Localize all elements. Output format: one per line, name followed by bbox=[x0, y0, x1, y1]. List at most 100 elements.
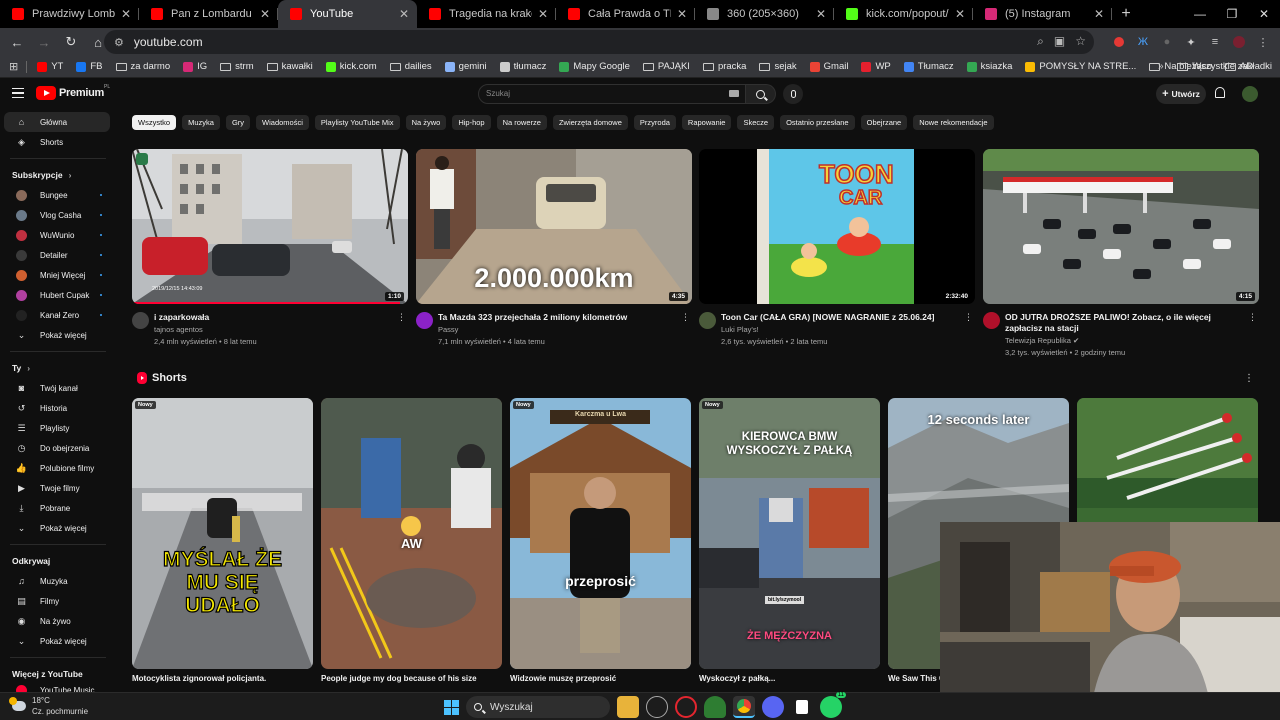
back-button[interactable]: ← bbox=[5, 30, 29, 54]
bookmarks-overflow-icon[interactable]: » bbox=[1158, 61, 1164, 72]
filter-chip[interactable]: Hip-hop bbox=[452, 115, 491, 130]
bookmark-item[interactable]: Gmail bbox=[809, 61, 848, 72]
discord-icon[interactable] bbox=[762, 696, 784, 718]
zoom-search-icon[interactable]: ⌕ bbox=[1037, 34, 1044, 49]
filter-chip[interactable]: Zwierzęta domowe bbox=[552, 115, 628, 130]
account-avatar[interactable] bbox=[1242, 86, 1258, 102]
bookmark-item[interactable]: pracka bbox=[702, 61, 746, 72]
bookmark-item[interactable]: dailies bbox=[389, 61, 432, 72]
bookmark-item[interactable]: strm bbox=[220, 61, 254, 72]
sidebar-item-pokaż-więcej[interactable]: ⌄ Pokaż więcej bbox=[4, 325, 110, 345]
video-card[interactable]: 2019/12/15 14:43:09 1:10 i zaparkowała tajn… bbox=[132, 149, 408, 346]
bookmark-item[interactable]: za darmo bbox=[115, 61, 170, 72]
sidebar-item-shorts[interactable]: ◈ Shorts bbox=[4, 132, 110, 152]
close-window-button[interactable]: ✕ bbox=[1248, 0, 1280, 28]
video-thumbnail[interactable]: TOON CAR 2:32:40 bbox=[699, 149, 975, 304]
address-bar[interactable]: ⚙ youtube.com ⌕ ▣ ☆ bbox=[104, 30, 1094, 54]
tab-close-icon[interactable]: ✕ bbox=[260, 7, 270, 21]
sidebar-item-historia[interactable]: ↺ Historia bbox=[4, 398, 110, 418]
filter-chip[interactable]: Na rowerze bbox=[496, 115, 547, 130]
notifications-bell-icon[interactable] bbox=[1215, 87, 1225, 98]
sidebar-item-twój-kanał[interactable]: ◙ Twój kanał bbox=[4, 378, 110, 398]
bookmark-item[interactable]: WP bbox=[861, 61, 891, 72]
sidebar-item-pokaż-więcej[interactable]: ⌄ Pokaż więcej bbox=[4, 631, 110, 651]
tab-close-icon[interactable]: ✕ bbox=[955, 7, 965, 21]
extension-icon[interactable]: ● bbox=[1158, 33, 1176, 51]
video-thumbnail[interactable]: 2.000.000km 4:35 bbox=[416, 149, 692, 304]
sidebar-item-filmy[interactable]: ▤ Filmy bbox=[4, 591, 110, 611]
notepad-icon[interactable] bbox=[791, 696, 813, 718]
filter-chip[interactable]: Obejrzane bbox=[860, 115, 908, 130]
short-card[interactable]: AW People judge my dog because of his siz… bbox=[321, 398, 502, 683]
shield-app-icon[interactable] bbox=[704, 696, 726, 718]
extensions-puzzle-icon[interactable]: ✦ bbox=[1182, 33, 1200, 51]
all-bookmarks[interactable]: Wszystkie zakładki bbox=[1177, 61, 1272, 72]
filter-chip[interactable]: Wiadomości bbox=[256, 115, 309, 130]
voice-search-button[interactable] bbox=[783, 84, 803, 104]
chrome-icon[interactable] bbox=[733, 696, 755, 718]
bookmark-item[interactable]: gemini bbox=[444, 61, 487, 72]
short-thumbnail[interactable]: Nowy MYŚLAŁ ŻE MU SIĘ UDAŁO bbox=[132, 398, 313, 669]
maximize-button[interactable]: ❐ bbox=[1216, 0, 1248, 28]
menu-hamburger-icon[interactable] bbox=[12, 88, 24, 98]
sidebar-item-detailer[interactable]: Detailer bbox=[4, 245, 110, 265]
bookmark-item[interactable]: Mapy Google bbox=[559, 61, 630, 72]
short-thumbnail[interactable]: Nowy Karczma u Lwa przeprosić bbox=[510, 398, 691, 669]
create-button[interactable]: + Utwórz bbox=[1156, 84, 1206, 104]
browser-tab[interactable]: Prawdziwy Lombard - Od ✕ bbox=[0, 0, 139, 28]
tab-close-icon[interactable]: ✕ bbox=[677, 7, 687, 21]
tab-search-icon[interactable]: ≡ bbox=[1206, 33, 1224, 51]
chrome-menu-icon[interactable]: ⋮ bbox=[1254, 33, 1272, 51]
filter-chip[interactable]: Wszystko bbox=[132, 115, 177, 130]
browser-tab[interactable]: (5) Instagram ✕ bbox=[973, 0, 1112, 28]
bookmark-item[interactable]: POMYSŁY NA STRE... bbox=[1025, 61, 1136, 72]
keyboard-icon[interactable] bbox=[729, 90, 739, 97]
sidebar-item-twoje-filmy[interactable]: ▶ Twoje filmy bbox=[4, 478, 110, 498]
whatsapp-icon[interactable]: 11 bbox=[820, 692, 846, 718]
filter-chip[interactable]: Na żywo bbox=[405, 115, 447, 130]
filter-chip[interactable]: Playlisty YouTube Mix bbox=[314, 115, 400, 130]
site-info-icon[interactable]: ⚙ bbox=[114, 36, 124, 49]
tab-close-icon[interactable]: ✕ bbox=[399, 7, 409, 21]
video-more-icon[interactable]: ⋮ bbox=[681, 312, 690, 323]
bookmark-item[interactable]: YT bbox=[37, 61, 63, 72]
sidebar-item-wuwunio[interactable]: WuWunio bbox=[4, 225, 110, 245]
sidebar-item-mniej-więcej[interactable]: Mniej Więcej bbox=[4, 265, 110, 285]
video-thumbnail[interactable]: 4:15 bbox=[983, 149, 1259, 304]
video-more-icon[interactable]: ⋮ bbox=[397, 312, 406, 323]
short-thumbnail[interactable]: AW bbox=[321, 398, 502, 669]
windows-start-icon[interactable] bbox=[440, 696, 462, 718]
bookmark-item[interactable]: Tłumacz bbox=[903, 61, 954, 72]
filter-chip[interactable]: Muzyka bbox=[182, 115, 220, 130]
channel-avatar[interactable] bbox=[132, 312, 149, 329]
new-tab-button[interactable]: + bbox=[1112, 0, 1140, 28]
short-card[interactable]: Nowy KIEROWCA BMW WYSKOCZYŁ Z PAŁKĄ bit.ly… bbox=[699, 398, 880, 683]
tab-close-icon[interactable]: ✕ bbox=[1094, 7, 1104, 21]
opera-icon[interactable] bbox=[675, 696, 697, 718]
sidebar-item-hubert-cupak[interactable]: Hubert Cupak bbox=[4, 285, 110, 305]
you-header[interactable]: Ty › bbox=[0, 358, 116, 378]
steam-icon[interactable] bbox=[646, 696, 668, 718]
bookmark-item[interactable]: tłumacz bbox=[499, 61, 546, 72]
record-extension-icon[interactable] bbox=[1110, 33, 1128, 51]
bookmark-item[interactable]: kick.com bbox=[325, 61, 377, 72]
channel-avatar[interactable] bbox=[983, 312, 1000, 329]
channel-avatar[interactable] bbox=[416, 312, 433, 329]
reload-button[interactable]: ↻ bbox=[59, 30, 83, 54]
weather-widget[interactable]: 18°C Cz. pochmurnie bbox=[9, 695, 88, 717]
install-app-icon[interactable]: ▣ bbox=[1054, 34, 1065, 49]
bookmark-item[interactable]: FB bbox=[76, 61, 103, 72]
browser-tab[interactable]: 360 (205×360) ✕ bbox=[695, 0, 834, 28]
sidebar-item-do-obejrzenia[interactable]: ◷ Do obejrzenia bbox=[4, 438, 110, 458]
taskbar-search[interactable]: Wyszukaj bbox=[466, 696, 610, 718]
shorts-more-icon[interactable]: ⋮ bbox=[1244, 373, 1254, 384]
sidebar-item-polubione-filmy[interactable]: 👍 Polubione filmy bbox=[4, 458, 110, 478]
filter-chip[interactable]: Nowe rekomendacje bbox=[913, 115, 994, 130]
sidebar-item-playlisty[interactable]: ☰ Playlisty bbox=[4, 418, 110, 438]
bookmark-item[interactable]: sejak bbox=[759, 61, 797, 72]
bookmark-star-icon[interactable]: ☆ bbox=[1075, 34, 1086, 49]
video-card[interactable]: TOON CAR 2:32:40 Toon Car (CAŁA GRA) [NOWE … bbox=[699, 149, 975, 346]
tab-close-icon[interactable]: ✕ bbox=[121, 7, 131, 21]
filter-chip[interactable]: Gry bbox=[225, 115, 251, 130]
search-input[interactable]: Szukaj bbox=[478, 84, 746, 104]
